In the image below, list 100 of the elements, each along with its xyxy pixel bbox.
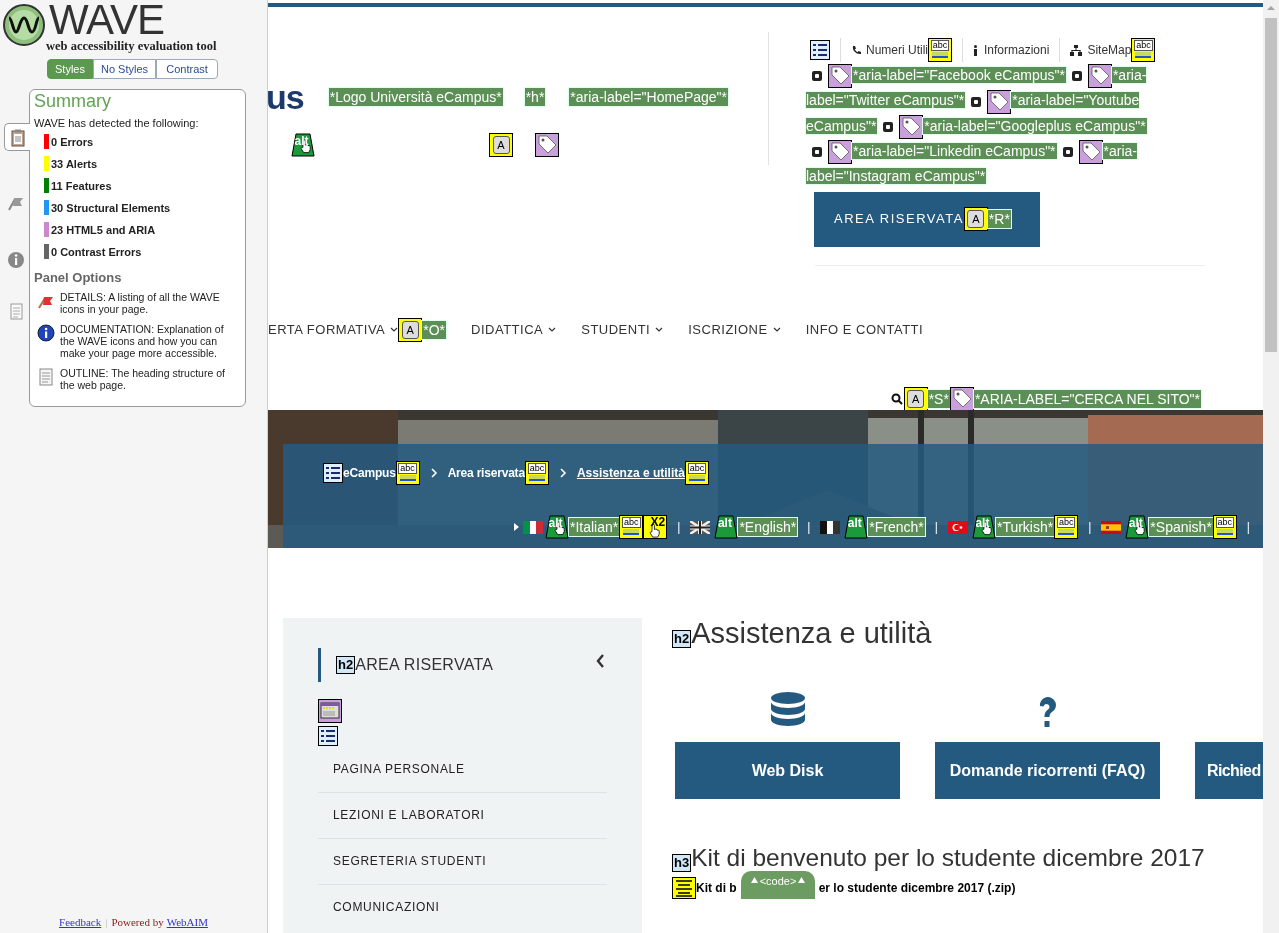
heading-icon: h2	[672, 630, 692, 648]
wave-label: *O*	[422, 321, 447, 339]
alt-icon: alt	[714, 515, 739, 539]
flag-icon	[1101, 520, 1122, 534]
view-tab[interactable]: Contrast	[156, 59, 218, 79]
social-icon	[812, 147, 822, 158]
flag-icon	[947, 520, 968, 534]
alt-icon: alt	[844, 515, 869, 539]
arrow-icon	[514, 523, 519, 531]
heading-icon: h2	[336, 656, 356, 674]
file-link[interactable]: er lo studente dicembre 2017 (.zip)	[818, 879, 1016, 897]
social-icon	[812, 71, 822, 82]
card-button[interactable]: Richied	[1195, 742, 1263, 799]
info-icon	[973, 44, 978, 56]
page-heading: Assistenza e utilità	[691, 616, 932, 650]
separator-text: |	[1088, 519, 1092, 536]
count-label: 30 Structural Elements	[51, 200, 171, 215]
caret-icon	[750, 877, 758, 883]
scrollbar[interactable]	[1263, 0, 1279, 933]
wave-label: *Spanish*	[1149, 518, 1213, 536]
powered-text: Powered by	[111, 915, 164, 930]
phone-icon	[851, 45, 861, 55]
accesskey-icon: A	[398, 318, 423, 342]
alt-icon: alt	[1125, 515, 1150, 539]
clipboard-icon	[8, 127, 27, 147]
nav-item[interactable]: DIDATTICA	[471, 320, 557, 340]
wave-label: *S*	[927, 390, 950, 408]
panel-heading: AREA RISERVATA	[355, 655, 494, 675]
abc-icon: abc	[1212, 515, 1237, 539]
option-text[interactable]: DOCUMENTATION: Explanation of the WAVE icons and how you can make your page more accessible.	[60, 322, 241, 359]
panel-tab[interactable]	[4, 123, 30, 151]
menu-item[interactable]: SEGRETERIA STUDENTI	[318, 839, 607, 885]
feedback-link[interactable]: Feedback	[59, 914, 102, 931]
count-label: 11 Features	[51, 178, 112, 193]
menu-item[interactable]: LEZIONI E LABORATORI	[318, 793, 607, 839]
reserved-area-button[interactable]: AREA RISERVATA A *R*	[814, 191, 1040, 247]
tag-icon	[949, 387, 974, 411]
wave-label: *Turkish*	[995, 518, 1055, 536]
abc-icon: abc	[524, 461, 549, 485]
caret-icon	[772, 327, 781, 333]
caret-icon	[548, 327, 557, 333]
separator-text: |	[934, 519, 938, 536]
wave-label: *aria-label="Facebook eCampus"*	[852, 67, 1066, 83]
breadcrumb-link[interactable]: eCampus	[343, 464, 396, 482]
menu-item[interactable]: PAGINA PERSONALE	[318, 747, 607, 793]
option-text[interactable]: OUTLINE: The heading structure of the web page.	[60, 366, 241, 391]
breadcrumb-link[interactable]: Area riservata	[447, 464, 525, 482]
alt-icon: alt	[545, 515, 569, 539]
link-text[interactable]: Informazioni	[984, 41, 1050, 59]
nav-item[interactable]: ERTA FORMATIVA	[268, 320, 399, 340]
wave-label: *aria-label="Linkedin eCampus"*	[852, 142, 1057, 159]
social-icon	[883, 121, 894, 132]
breadcrumb-current[interactable]: Assistenza e utilità	[576, 464, 685, 482]
separator-text: |	[807, 519, 811, 536]
hand-icon	[649, 524, 661, 538]
panel-heading: Summary	[34, 91, 112, 111]
wave-title: WAVE	[49, 0, 164, 40]
caret-icon	[390, 327, 399, 333]
x2-icon: X2	[643, 515, 668, 539]
webaim-link[interactable]: WebAIM	[166, 914, 208, 931]
view-tab[interactable]: No Styles	[92, 59, 157, 79]
card-button[interactable]: Web Disk	[675, 742, 900, 799]
nav-item[interactable]: ISCRIZIONE	[688, 320, 781, 340]
wave-label: *Logo Università eCampus*	[328, 88, 503, 106]
tag-icon	[1078, 140, 1103, 165]
flag-icon	[523, 520, 543, 534]
accesskey-icon: A	[489, 133, 513, 157]
link-text[interactable]: Numeri Utili	[866, 41, 928, 59]
link-text[interactable]: SiteMap	[1087, 41, 1132, 59]
section-heading: Kit di benvenuto per lo studente dicembre 2017	[691, 843, 1205, 873]
nav-item[interactable]: INFO E CONTATTI	[805, 320, 924, 340]
file-link[interactable]: Kit di b	[696, 879, 737, 897]
list-icon	[810, 40, 830, 60]
tag-icon	[828, 140, 852, 165]
count-label: 23 HTML5 and ARIA	[51, 222, 156, 237]
card-button[interactable]: Domande ricorrenti (FAQ)	[935, 742, 1160, 799]
menu-item[interactable]: COMUNICAZIONI	[318, 885, 607, 931]
tag-icon	[535, 133, 559, 157]
summary-intro: WAVE has detected the following:	[34, 116, 200, 130]
chevron-icon	[596, 654, 605, 668]
separator-text: |	[1246, 519, 1250, 536]
chevron-icon	[429, 468, 438, 478]
social-icon	[971, 96, 982, 107]
caret-icon	[655, 327, 664, 333]
wave-label: *ARIA-LABEL="CERCA NEL SITO"*	[973, 390, 1201, 408]
count-label: 0 Errors	[51, 134, 94, 149]
accesskey-icon: A	[963, 207, 988, 232]
tag-icon	[828, 64, 852, 89]
count-label: 0 Contrast Errors	[51, 244, 142, 259]
question-icon	[1037, 697, 1058, 728]
wave-label: *aria-label="HomePage"*	[569, 88, 728, 106]
tag-icon	[1087, 64, 1112, 89]
social-icon	[1071, 71, 1082, 82]
option-text[interactable]: DETAILS: A listing of all the WAVE icons in your page.	[60, 290, 241, 315]
info-icon	[7, 249, 25, 269]
info-icon	[37, 323, 55, 342]
alt-icon: alt	[291, 133, 315, 157]
nav-item[interactable]: STUDENTI	[581, 320, 664, 340]
list-icon	[318, 725, 338, 746]
abc-icon: abc	[1054, 515, 1079, 539]
